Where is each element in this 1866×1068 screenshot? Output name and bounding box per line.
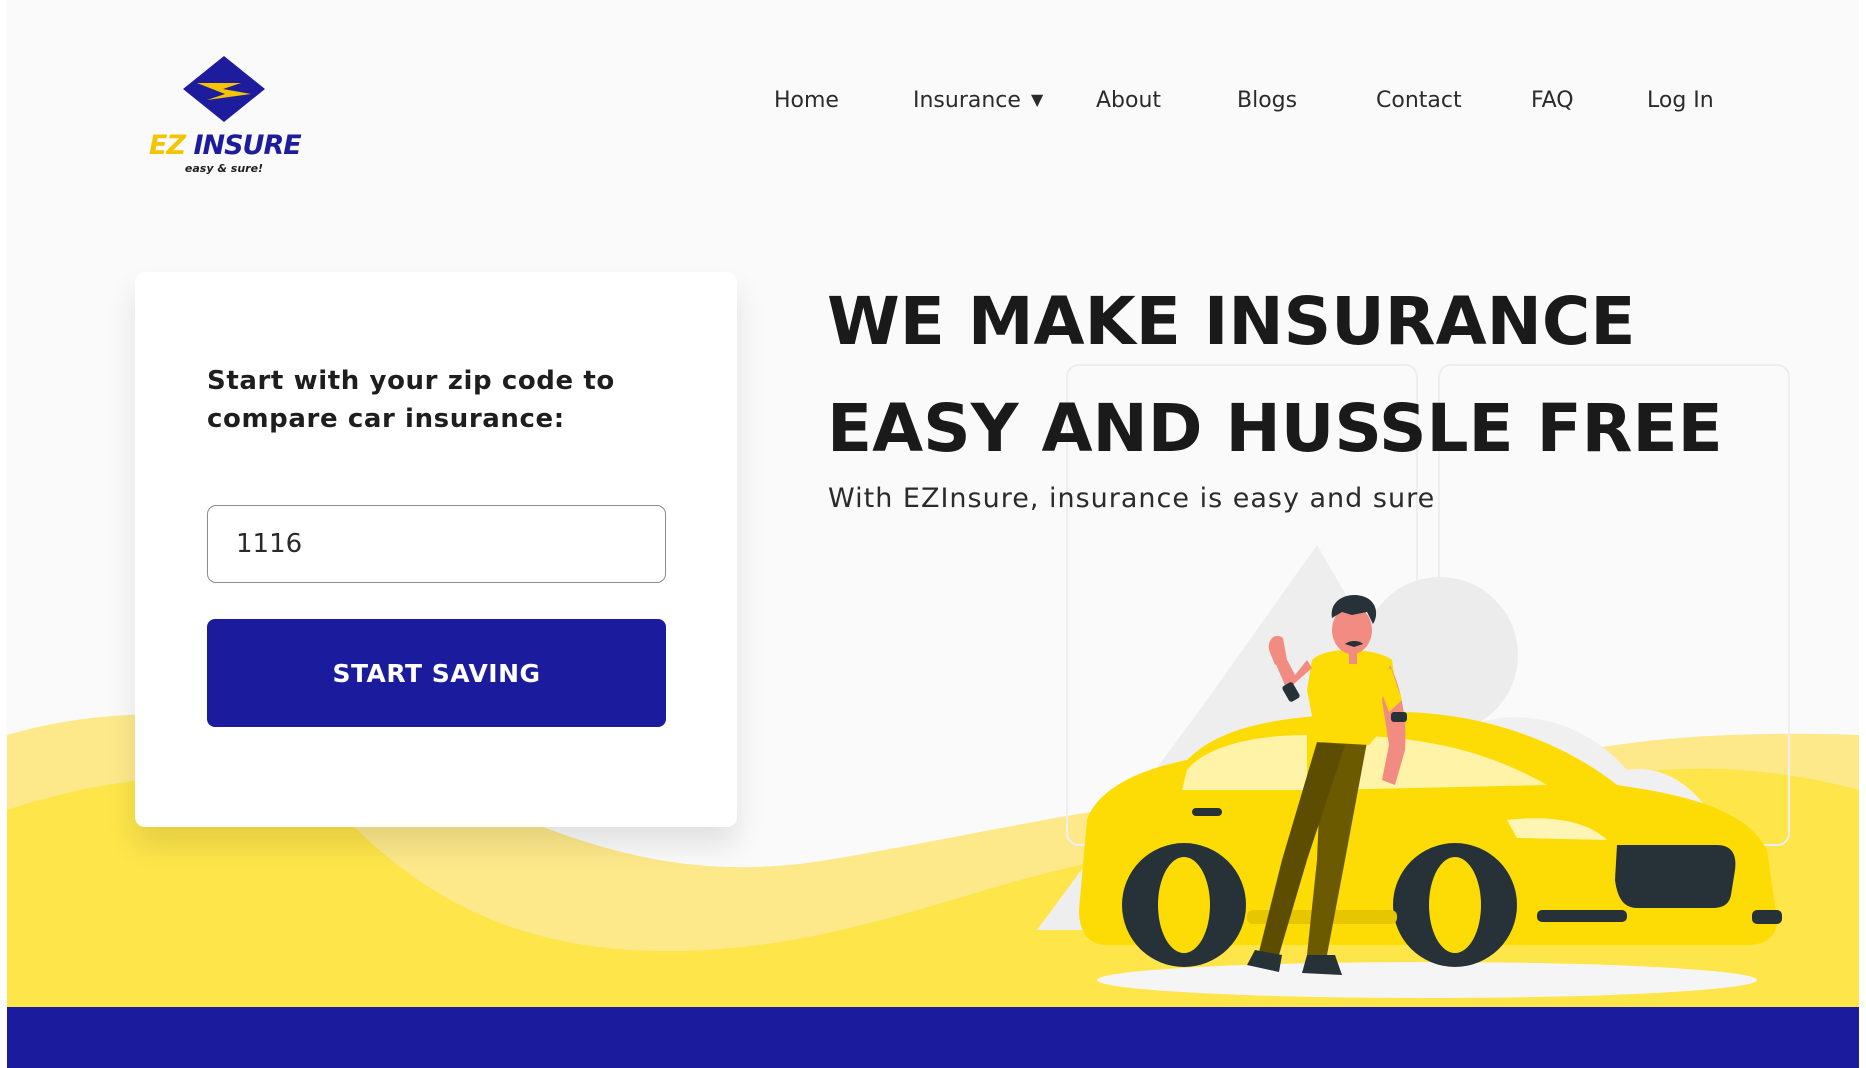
footer-band <box>7 1007 1859 1068</box>
main-nav: Home Insurance ▼ About Blogs Contact FAQ … <box>7 88 1859 118</box>
hero-subheadline: With EZInsure, insurance is easy and sur… <box>828 483 1436 514</box>
quote-form-card: Start with your zip code to compare car … <box>135 272 737 827</box>
brand-wordmark: EZ INSURE <box>149 130 302 161</box>
nav-item-login[interactable]: Log In <box>1647 88 1714 113</box>
zip-code-input[interactable] <box>207 505 666 583</box>
nav-item-home[interactable]: Home <box>774 88 839 113</box>
nav-item-insurance-label: Insurance <box>913 88 1021 113</box>
nav-item-blogs[interactable]: Blogs <box>1237 88 1297 113</box>
start-saving-button[interactable]: START SAVING <box>207 619 666 727</box>
chevron-down-icon: ▼ <box>1030 90 1044 109</box>
landing-page: EZ INSURE easy & sure! Home Insurance ▼ A… <box>7 0 1859 1068</box>
hero-headline-line1: WE MAKE INSURANCE <box>827 283 1636 360</box>
hero-headline: WE MAKE INSURANCE EASY AND HUSSLE FREE <box>827 268 1827 482</box>
nav-item-contact[interactable]: Contact <box>1376 88 1462 113</box>
nav-item-faq[interactable]: FAQ <box>1531 88 1574 113</box>
nav-item-about[interactable]: About <box>1096 88 1161 113</box>
nav-item-insurance[interactable]: Insurance ▼ <box>913 88 1043 113</box>
brand-tagline: easy & sure! <box>184 162 264 175</box>
quote-form-title: Start with your zip code to compare car … <box>207 366 615 434</box>
hero-headline-line2: EASY AND HUSSLE FREE <box>827 390 1723 467</box>
